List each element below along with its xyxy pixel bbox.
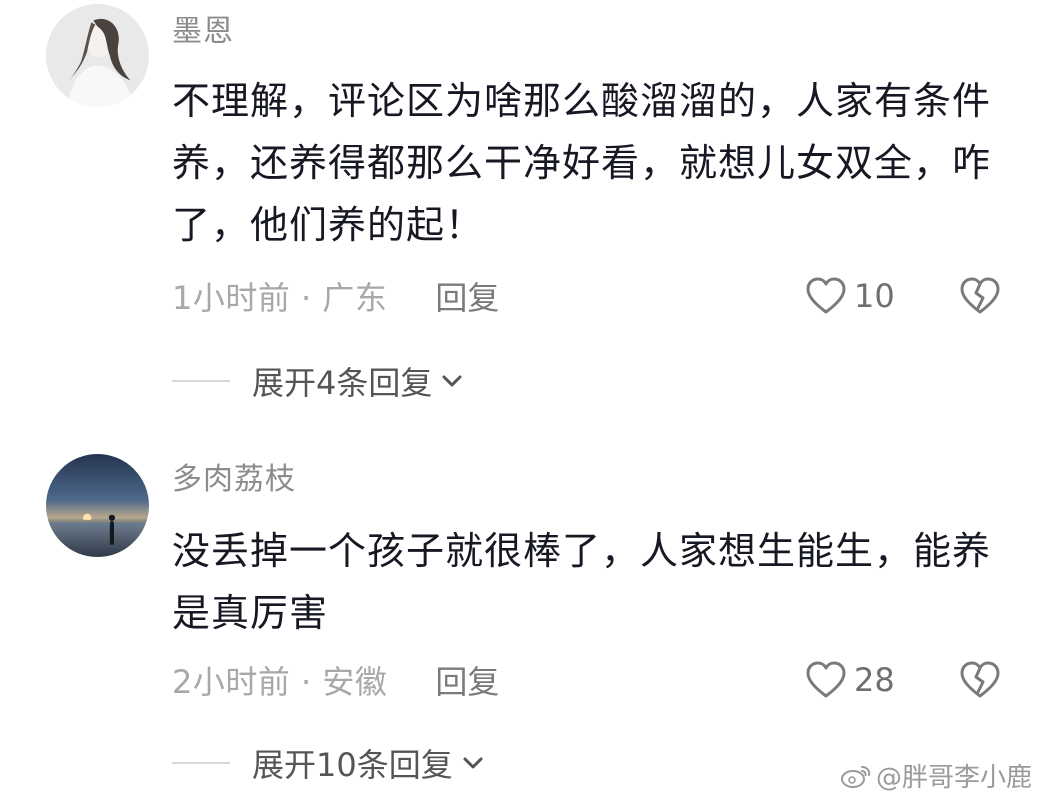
- like-count: 10: [854, 277, 895, 315]
- chevron-down-icon: [463, 757, 483, 769]
- expand-replies-label: 展开10条回复: [252, 746, 453, 784]
- weibo-logo-icon: [840, 765, 871, 788]
- dislike-button[interactable]: [958, 660, 1002, 700]
- avatar[interactable]: [46, 454, 149, 557]
- divider-line: [172, 380, 230, 382]
- avatar[interactable]: [46, 4, 149, 107]
- chevron-down-icon: [442, 375, 462, 387]
- expand-replies-label: 展开4条回复: [252, 364, 433, 402]
- heart-outline-icon: [806, 661, 846, 698]
- comment-text: 没丢掉一个孩子就很棒了，人家想生能生，能养是真厉害: [172, 529, 992, 635]
- expand-replies-button[interactable]: 展开4条回复: [172, 358, 466, 404]
- username[interactable]: 多肉荔枝: [172, 462, 296, 498]
- reply-button[interactable]: 回复: [435, 273, 499, 319]
- comment-text: 不理解，评论区为啥那么酸溜溜的，人家有条件养，还养得都那么干净好看，就想儿女双全…: [172, 79, 992, 247]
- girl-portrait-avatar-icon: [46, 4, 149, 107]
- watermark: @胖哥李小鹿: [840, 757, 1032, 794]
- like-button[interactable]: 28: [804, 660, 898, 700]
- comment-time-location: 1小时前 · 广东: [172, 279, 388, 317]
- like-button[interactable]: 10: [804, 276, 898, 316]
- username[interactable]: 墨恩: [172, 14, 234, 50]
- watermark-text: @胖哥李小鹿: [875, 763, 1032, 793]
- broken-heart-icon: [960, 661, 1000, 698]
- comment-item: 墨恩 不理解，评论区为啥那么酸溜溜的，人家有条件养，还养得都那么干净好看，就想儿…: [0, 0, 1048, 420]
- comment-item: 多肉荔枝 没丢掉一个孩子就很棒了，人家想生能生，能养是真厉害 2小时前 · 安徽…: [0, 420, 1048, 806]
- heart-outline-icon: [806, 277, 846, 314]
- sunset-lake-avatar-icon: [46, 454, 149, 557]
- comment-actions: 1小时前 · 广东 回复 10: [172, 272, 1002, 320]
- dislike-button[interactable]: [958, 276, 1002, 316]
- reply-button[interactable]: 回复: [435, 657, 499, 703]
- comment-time-location: 2小时前 · 安徽: [172, 663, 388, 701]
- like-count: 28: [854, 661, 895, 699]
- comment-actions: 2小时前 · 安徽 回复 28: [172, 656, 1002, 704]
- divider-line: [172, 762, 230, 764]
- expand-replies-button[interactable]: 展开10条回复: [172, 740, 487, 786]
- broken-heart-icon: [960, 277, 1000, 314]
